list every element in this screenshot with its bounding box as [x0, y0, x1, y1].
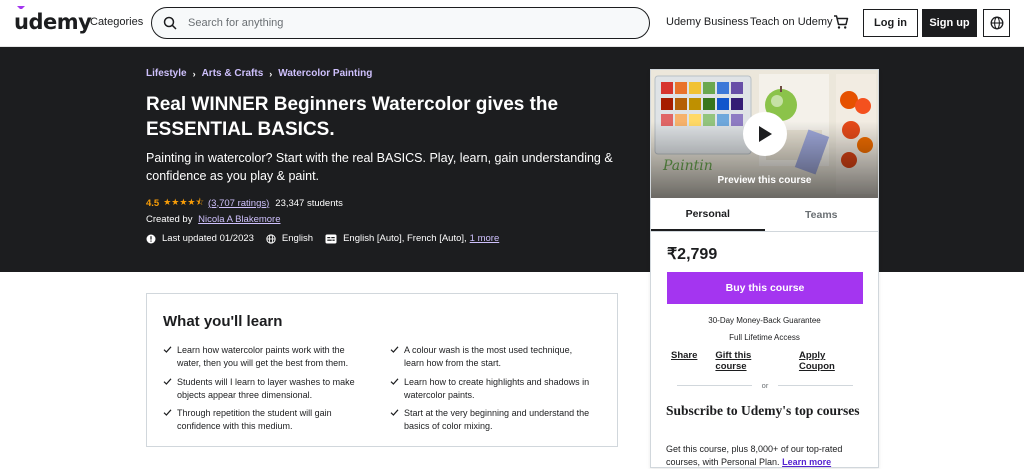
check-icon — [163, 408, 177, 433]
buy-course-button[interactable]: Buy this course — [667, 272, 863, 304]
learn-item: Learn how to create highlights and shado… — [390, 376, 590, 402]
star-rating-icon: ★★★★⯪ — [163, 197, 205, 207]
check-icon — [390, 345, 404, 370]
breadcrumb-watercolor-painting[interactable]: Watercolor Painting — [278, 68, 372, 79]
udemy-logo[interactable]: udemy — [14, 6, 92, 34]
search-icon — [163, 16, 177, 30]
created-by-label: Created by — [146, 214, 193, 225]
ratings-count-link[interactable]: (3,707 ratings) — [208, 198, 269, 209]
money-back-guarantee: 30-Day Money-Back Guarantee — [708, 316, 821, 325]
learn-item-text: Learn how to create highlights and shado… — [404, 377, 590, 400]
course-preview[interactable]: Paintin Preview this course — [651, 70, 878, 198]
learn-item-text: Students will I learn to layer washes to… — [177, 377, 355, 400]
students-count: 23,347 students — [275, 197, 343, 209]
captions-languages: English [Auto], French [Auto], — [343, 233, 467, 244]
check-icon — [163, 345, 177, 370]
check-icon — [390, 408, 404, 433]
breadcrumb: Lifestyle › Arts & Crafts › Watercolor P… — [146, 68, 372, 79]
more-captions-link[interactable]: 1 more — [470, 233, 500, 244]
lifetime-access: Full Lifetime Access — [729, 333, 800, 342]
last-updated: Last updated 01/2023 — [162, 233, 254, 244]
globe-icon — [266, 233, 276, 244]
chevron-right-icon: › — [192, 68, 196, 79]
logo-hat-icon — [17, 6, 25, 11]
closed-captions-icon — [325, 234, 337, 243]
breadcrumb-arts-crafts[interactable]: Arts & Crafts — [202, 68, 264, 79]
learn-item: Through repetition the student will gain… — [163, 407, 363, 433]
subscribe-description: Get this course, plus 8,000+ of our top-… — [666, 443, 866, 469]
breadcrumb-lifestyle[interactable]: Lifestyle — [146, 68, 187, 79]
gift-course-link[interactable]: Gift this course — [715, 350, 781, 372]
top-header: udemy Categories Udemy Business Teach on… — [0, 0, 1024, 47]
course-subtitle: Painting in watercolor? Start with the r… — [146, 151, 613, 183]
learn-item: Start at the very beginning and understa… — [390, 407, 590, 433]
globe-icon — [990, 16, 1003, 30]
what-youll-learn-box: What you'll learn Learn how watercolor p… — [146, 293, 618, 447]
signup-button[interactable]: Sign up — [922, 9, 977, 37]
search-input[interactable] — [188, 17, 608, 29]
alert-badge-icon — [146, 234, 156, 243]
chevron-right-icon: › — [269, 68, 273, 79]
search-bar[interactable] — [151, 7, 650, 39]
learn-item: Learn how watercolor paints work with th… — [163, 344, 363, 370]
plan-tabs: Personal Teams — [651, 198, 878, 232]
learn-item: Students will I learn to layer washes to… — [163, 376, 363, 402]
apply-coupon-link[interactable]: Apply Coupon — [799, 350, 860, 372]
check-icon — [390, 377, 404, 402]
subscribe-title: Subscribe to Udemy's top courses — [666, 403, 860, 418]
cart-icon[interactable] — [833, 14, 849, 35]
login-button[interactable]: Log in — [863, 9, 918, 37]
or-divider: or — [667, 381, 863, 390]
play-icon — [759, 126, 772, 142]
learn-item-text: Through repetition the student will gain… — [177, 408, 332, 431]
what-youll-learn-title: What you'll learn — [163, 313, 283, 330]
learn-more-link[interactable]: Learn more — [782, 457, 831, 467]
course-price: ₹2,799 — [667, 246, 718, 263]
learn-item-text: A colour wash is the most used technique… — [404, 345, 573, 368]
learn-item: A colour wash is the most used technique… — [390, 344, 590, 370]
card-actions: Share Gift this course Apply Coupon — [671, 350, 878, 372]
rating-value: 4.5 — [146, 197, 160, 209]
udemy-business-link[interactable]: Udemy Business — [666, 16, 749, 28]
categories-link[interactable]: Categories — [90, 16, 143, 28]
created-by: Created by Nicola A Blakemore — [146, 214, 281, 225]
author-link[interactable]: Nicola A Blakemore — [198, 214, 280, 225]
course-title: Real WINNER Beginners Watercolor gives t… — [146, 94, 559, 140]
share-link[interactable]: Share — [671, 350, 697, 372]
purchase-card: Paintin Preview this course Personal Tea… — [650, 69, 879, 468]
learn-item-text: Learn how watercolor paints work with th… — [177, 345, 349, 368]
learn-item-text: Start at the very beginning and understa… — [404, 408, 590, 431]
teach-on-udemy-link[interactable]: Teach on Udemy — [750, 16, 833, 28]
tab-teams[interactable]: Teams — [765, 198, 879, 231]
play-button[interactable] — [743, 112, 787, 156]
course-meta: Last updated 01/2023 English English [Au… — [146, 233, 511, 244]
preview-label: Preview this course — [717, 175, 812, 186]
course-language: English — [281, 233, 314, 244]
language-button[interactable] — [983, 9, 1010, 37]
rating-row: 4.5 ★★★★⯪ (3,707 ratings) 23,347 student… — [146, 195, 343, 211]
tab-personal[interactable]: Personal — [651, 198, 765, 231]
check-icon — [163, 377, 177, 402]
